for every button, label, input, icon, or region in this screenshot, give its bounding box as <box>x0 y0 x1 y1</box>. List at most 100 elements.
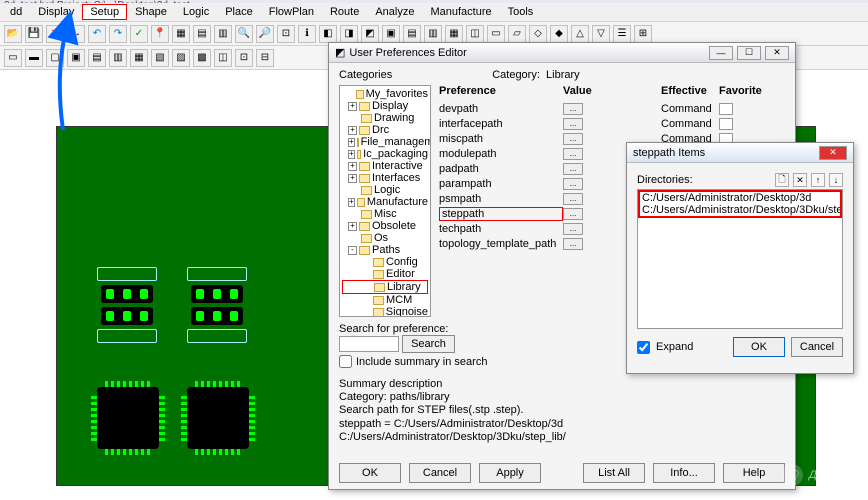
open-icon[interactable]: 📂 <box>4 25 22 43</box>
pref-value-button[interactable]: ... <box>563 238 583 250</box>
tree-item-misc[interactable]: Misc <box>342 208 428 220</box>
b9-icon[interactable]: ▨ <box>172 49 190 67</box>
pref-name[interactable]: devpath <box>439 103 563 115</box>
include-summary-checkbox[interactable] <box>339 355 352 368</box>
b1-icon[interactable]: ▭ <box>4 49 22 67</box>
t4-icon[interactable]: ▣ <box>382 25 400 43</box>
grid-icon[interactable]: ▦ <box>172 25 190 43</box>
check-icon[interactable]: ✓ <box>130 25 148 43</box>
menu-manufacture[interactable]: Manufacture <box>422 4 499 20</box>
pref-name[interactable]: padpath <box>439 163 563 175</box>
close-icon[interactable]: ✕ <box>765 46 789 60</box>
move-up-icon[interactable]: ↑ <box>811 173 825 187</box>
tree-item-editor[interactable]: Editor <box>342 268 428 280</box>
tree-item-obsolete[interactable]: +Obsolete <box>342 220 428 232</box>
pref-value-button[interactable]: ... <box>563 208 583 220</box>
t14-icon[interactable]: ▽ <box>592 25 610 43</box>
t6-icon[interactable]: ▥ <box>424 25 442 43</box>
tree-item-interactive[interactable]: +Interactive <box>342 160 428 172</box>
save-icon[interactable]: 💾 <box>25 25 43 43</box>
cancel-button[interactable]: Cancel <box>409 463 471 483</box>
t11-icon[interactable]: ◇ <box>529 25 547 43</box>
t3-icon[interactable]: ◩ <box>361 25 379 43</box>
expand-checkbox[interactable] <box>637 341 650 354</box>
ok-button[interactable]: OK <box>733 337 785 357</box>
t2-icon[interactable]: ◨ <box>340 25 358 43</box>
b6-icon[interactable]: ▥ <box>109 49 127 67</box>
new-icon[interactable]: 🗋 <box>775 173 789 187</box>
b5-icon[interactable]: ▤ <box>88 49 106 67</box>
t15-icon[interactable]: ☰ <box>613 25 631 43</box>
menu-shape[interactable]: Shape <box>127 4 175 20</box>
pref-value-button[interactable]: ... <box>563 118 583 130</box>
b7-icon[interactable]: ▦ <box>130 49 148 67</box>
tree-item-display[interactable]: +Display <box>342 100 428 112</box>
tree-item-ic_packaging[interactable]: +Ic_packaging <box>342 148 428 160</box>
t13-icon[interactable]: △ <box>571 25 589 43</box>
tree-item-drc[interactable]: +Drc <box>342 124 428 136</box>
close-icon[interactable]: ✕ <box>46 25 64 43</box>
menu-flowplan[interactable]: FlowPlan <box>261 4 322 20</box>
pref-name[interactable]: modulepath <box>439 148 563 160</box>
pref-name[interactable]: steppath <box>439 207 563 221</box>
pin-icon[interactable]: 📍 <box>151 25 169 43</box>
dialog2-titlebar[interactable]: steppath Items ✕ <box>627 143 853 163</box>
grid3-icon[interactable]: ▥ <box>214 25 232 43</box>
t8-icon[interactable]: ◫ <box>466 25 484 43</box>
nav-icon[interactable]: ↔ <box>67 25 85 43</box>
directory-entry[interactable]: C:/Users/Administrator/Desktop/3Dku/step… <box>640 204 840 216</box>
pref-value-button[interactable]: ... <box>563 133 583 145</box>
tree-item-paths[interactable]: -Paths <box>342 244 428 256</box>
menu-route[interactable]: Route <box>322 4 367 20</box>
menu-place[interactable]: Place <box>217 4 261 20</box>
info-icon[interactable]: ℹ <box>298 25 316 43</box>
help-button[interactable]: Help <box>723 463 785 483</box>
t12-icon[interactable]: ◆ <box>550 25 568 43</box>
zoom-out-icon[interactable]: 🔎 <box>256 25 274 43</box>
pref-value-button[interactable]: ... <box>563 178 583 190</box>
t9-icon[interactable]: ▭ <box>487 25 505 43</box>
b2-icon[interactable]: ▬ <box>25 49 43 67</box>
b13-icon[interactable]: ⊟ <box>256 49 274 67</box>
cancel-button[interactable]: Cancel <box>791 337 843 357</box>
b10-icon[interactable]: ▩ <box>193 49 211 67</box>
menu-logic[interactable]: Logic <box>175 4 217 20</box>
t5-icon[interactable]: ▤ <box>403 25 421 43</box>
pref-name[interactable]: topology_template_path <box>439 238 563 250</box>
tree-item-file_management[interactable]: +File_management <box>342 136 428 148</box>
close-icon[interactable]: ✕ <box>819 146 847 160</box>
directories-list[interactable]: C:/Users/Administrator/Desktop/3dC:/User… <box>637 189 843 329</box>
search-input[interactable] <box>339 336 399 352</box>
b8-icon[interactable]: ▧ <box>151 49 169 67</box>
listall-button[interactable]: List All <box>583 463 645 483</box>
t10-icon[interactable]: ▱ <box>508 25 526 43</box>
pref-value-button[interactable]: ... <box>563 103 583 115</box>
info-button[interactable]: Info... <box>653 463 715 483</box>
directory-entry[interactable]: C:/Users/Administrator/Desktop/3d <box>640 192 840 204</box>
tree-item-my_favorites[interactable]: My_favorites <box>342 88 428 100</box>
tree-item-library[interactable]: Library <box>342 280 428 294</box>
pref-name[interactable]: parampath <box>439 178 563 190</box>
delete-icon[interactable]: ✕ <box>793 173 807 187</box>
menu-display[interactable]: Display <box>30 4 82 20</box>
maximize-icon[interactable]: ☐ <box>737 46 761 60</box>
pref-value-button[interactable]: ... <box>563 223 583 235</box>
t7-icon[interactable]: ▦ <box>445 25 463 43</box>
zoom-fit-icon[interactable]: ⊡ <box>277 25 295 43</box>
pref-value-button[interactable]: ... <box>563 163 583 175</box>
apply-button[interactable]: Apply <box>479 463 541 483</box>
pref-name[interactable]: miscpath <box>439 133 563 145</box>
menu-analyze[interactable]: Analyze <box>367 4 422 20</box>
pref-favorite-checkbox[interactable] <box>719 103 733 115</box>
b3-icon[interactable]: ▢ <box>46 49 64 67</box>
b12-icon[interactable]: ⊡ <box>235 49 253 67</box>
b4-icon[interactable]: ▣ <box>67 49 85 67</box>
pref-name[interactable]: psmpath <box>439 193 563 205</box>
grid2-icon[interactable]: ▤ <box>193 25 211 43</box>
tree-item-drawing[interactable]: Drawing <box>342 112 428 124</box>
pref-name[interactable]: techpath <box>439 223 563 235</box>
pref-favorite-checkbox[interactable] <box>719 118 733 130</box>
minimize-icon[interactable]: — <box>709 46 733 60</box>
tree-item-mcm[interactable]: MCM <box>342 294 428 306</box>
tree-item-os[interactable]: Os <box>342 232 428 244</box>
